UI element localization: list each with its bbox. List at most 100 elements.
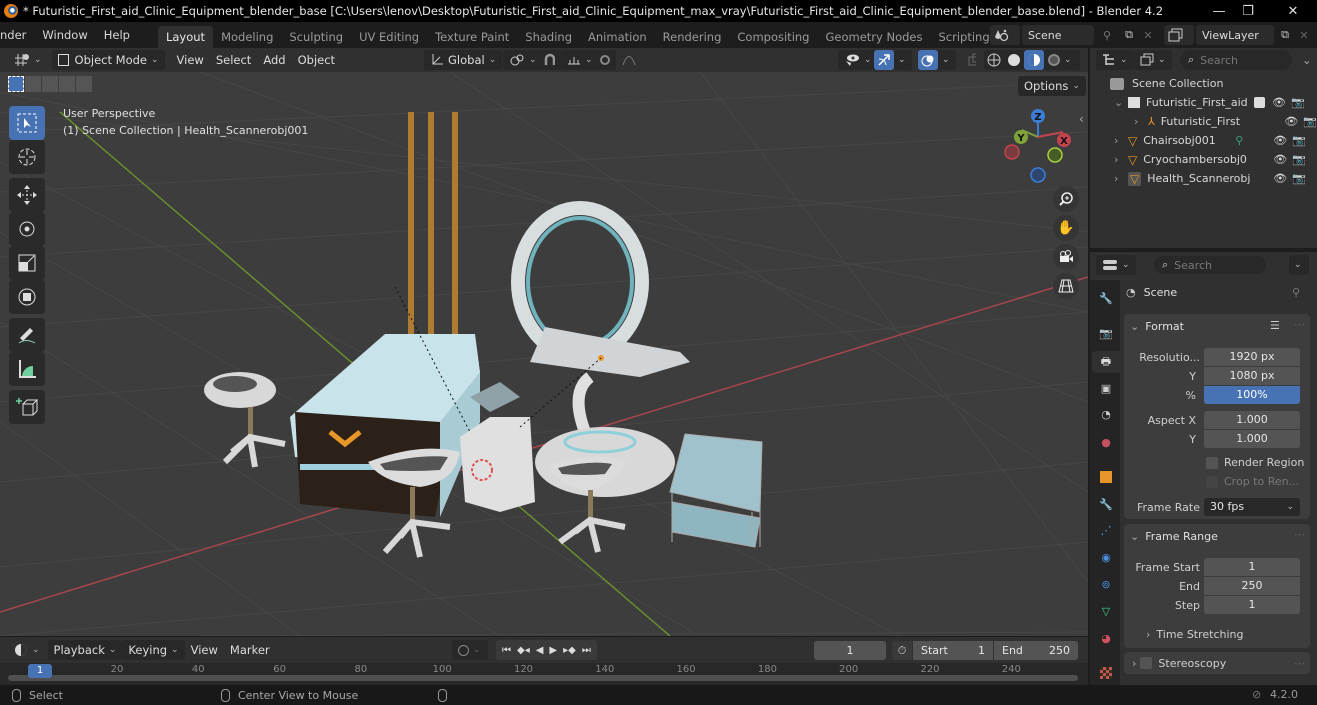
crop-checkbox[interactable]: Crop to Ren... xyxy=(1206,475,1299,488)
filter-dropdown[interactable]: ⌄ xyxy=(1296,50,1317,70)
preview-range-toggle[interactable]: ⏱ xyxy=(892,641,912,660)
tab-texture-paint[interactable]: Texture Paint xyxy=(427,26,517,48)
outliner-search-input[interactable]: ⌕ Search xyxy=(1180,50,1292,70)
expand-chevron-icon[interactable]: › xyxy=(1114,153,1128,166)
gizmo-neg-y-icon[interactable] xyxy=(1047,147,1063,163)
resolution-percent-slider[interactable]: 100% xyxy=(1204,386,1300,404)
navigation-gizmo[interactable]: Z Y X xyxy=(1000,107,1080,187)
timeline-scrollbar[interactable] xyxy=(8,675,1078,681)
tool-cursor[interactable] xyxy=(9,140,45,174)
tab-view-layer-icon[interactable]: ▣ xyxy=(1096,378,1116,398)
pan-view-button[interactable]: ✋ xyxy=(1053,215,1079,241)
display-mode-dropdown[interactable]: ⌄ xyxy=(1134,50,1172,70)
stereoscopy-checkbox[interactable] xyxy=(1140,657,1153,669)
frame-end-field[interactable]: 250 xyxy=(1204,577,1300,595)
frame-end-field[interactable]: End 250 xyxy=(994,641,1078,660)
tab-render-icon[interactable]: 📷 xyxy=(1096,323,1116,343)
frame-range-panel-header[interactable]: ⌄ Frame Range xyxy=(1130,530,1218,543)
expand-chevron-icon[interactable]: › xyxy=(1114,134,1128,147)
visibility-eye-icon[interactable]: 👁 xyxy=(1273,134,1287,147)
tab-constraints-icon[interactable]: ⊚ xyxy=(1096,574,1116,594)
options-dropdown[interactable]: Options ⌄ xyxy=(1018,76,1086,96)
overlays-toggle[interactable] xyxy=(918,50,938,70)
select-subtract-button[interactable] xyxy=(42,76,58,92)
gizmo-toggle[interactable] xyxy=(874,50,894,70)
shading-material-button[interactable] xyxy=(1024,50,1044,70)
tab-sculpting[interactable]: Sculpting xyxy=(281,26,351,48)
tab-modifiers-icon[interactable]: 🔧 xyxy=(1096,494,1116,514)
menu-add[interactable]: Add xyxy=(257,50,291,70)
visibility-dropdown[interactable]: ⌄ xyxy=(838,50,878,70)
gizmo-neg-z-icon[interactable] xyxy=(1030,167,1046,183)
aspect-y-field[interactable]: 1.000 xyxy=(1204,430,1300,448)
expand-chevron-icon[interactable]: › xyxy=(1134,115,1148,128)
visibility-eye-icon[interactable]: 👁 xyxy=(1272,96,1286,109)
tab-tool-icon[interactable]: 🔧 xyxy=(1096,288,1116,308)
close-button[interactable]: ✕ xyxy=(1273,0,1313,22)
aspect-x-field[interactable]: 1.000 xyxy=(1204,411,1300,429)
auto-keying-toggle[interactable]: ⌄ xyxy=(452,640,488,660)
3d-viewport[interactable]: User Perspective (1) Scene Collection | … xyxy=(0,72,1088,636)
scene-icon[interactable] xyxy=(990,25,1020,45)
timeline-editor-type-button[interactable]: ⌄ xyxy=(8,640,46,660)
falloff-dropdown[interactable] xyxy=(616,50,642,70)
pin-icon[interactable]: ⚲ xyxy=(1096,29,1118,42)
new-viewlayer-icon[interactable]: ⧉ xyxy=(1276,28,1294,42)
editor-type-button[interactable]: ⌄ xyxy=(8,50,48,70)
select-new-button[interactable] xyxy=(8,76,24,92)
tool-add-cube[interactable] xyxy=(9,390,45,424)
tab-object-icon[interactable] xyxy=(1096,467,1116,487)
tab-uv-editing[interactable]: UV Editing xyxy=(351,26,427,48)
object-mode-dropdown[interactable]: Object Mode ⌄ xyxy=(51,50,165,70)
tool-rotate[interactable] xyxy=(9,212,45,246)
tool-select-box[interactable] xyxy=(9,106,45,140)
timeline-ruler[interactable]: 20 40 60 80 100 120 140 160 180 200 220 240 1 xyxy=(0,663,1088,685)
timeline-marker-menu[interactable]: Marker xyxy=(224,640,276,660)
menu-help[interactable]: Help xyxy=(96,22,138,48)
tab-world-icon[interactable]: ● xyxy=(1096,432,1116,452)
crop-check[interactable] xyxy=(1206,475,1218,488)
select-extend-button[interactable] xyxy=(25,76,41,92)
delete-viewlayer-icon[interactable]: ✕ xyxy=(1296,29,1312,42)
playhead[interactable]: 1 xyxy=(28,664,52,678)
tab-data-icon[interactable]: ▽ xyxy=(1096,601,1116,621)
visibility-eye-icon[interactable]: 👁 xyxy=(1273,172,1287,185)
shading-dropdown[interactable]: ⌄ xyxy=(1060,50,1080,70)
properties-search-input[interactable]: ⌕ Search xyxy=(1154,256,1266,274)
resolution-x-field[interactable]: 1920 px xyxy=(1204,348,1300,366)
shading-wireframe-button[interactable] xyxy=(984,50,1004,70)
render-camera-icon[interactable]: 📷 xyxy=(1303,115,1317,128)
tab-scripting[interactable]: Scripting xyxy=(931,26,998,48)
tool-annotate[interactable] xyxy=(9,318,45,352)
menu-window[interactable]: Window xyxy=(34,22,95,48)
tool-transform[interactable] xyxy=(9,280,45,314)
visibility-eye-icon[interactable]: 👁 xyxy=(1273,153,1287,166)
tab-compositing[interactable]: Compositing xyxy=(729,26,817,48)
tool-scale[interactable] xyxy=(9,246,45,280)
timeline-view-menu[interactable]: View xyxy=(185,640,224,660)
presets-list-icon[interactable]: ☰ xyxy=(1270,319,1280,332)
delete-scene-icon[interactable]: ✕ xyxy=(1140,29,1156,42)
tab-material-icon[interactable]: ◕ xyxy=(1096,628,1116,648)
stereoscopy-panel[interactable]: › Stereoscopy ⋯ xyxy=(1124,652,1310,674)
render-camera-icon[interactable]: 📷 xyxy=(1292,172,1306,185)
keying-menu[interactable]: Keying ⌄ xyxy=(122,640,185,660)
zoom-view-button[interactable] xyxy=(1053,186,1079,212)
outliner-row[interactable]: › ⅄ Futuristic_First 👁 📷 xyxy=(1090,112,1317,131)
outliner-scene-collection[interactable]: Scene Collection xyxy=(1090,74,1317,93)
jump-end-icon[interactable]: ⏭ xyxy=(582,645,591,656)
render-region-check[interactable] xyxy=(1206,456,1218,469)
xray-toggle[interactable] xyxy=(962,50,982,70)
prev-keyframe-icon[interactable]: ◆◂ xyxy=(517,645,530,656)
time-stretching-subpanel[interactable]: › Time Stretching xyxy=(1146,628,1244,641)
play-reverse-icon[interactable]: ◀ xyxy=(536,645,544,656)
tool-move[interactable] xyxy=(9,178,45,212)
gizmo-neg-x-icon[interactable] xyxy=(1004,144,1020,160)
exclude-checkbox[interactable] xyxy=(1254,97,1265,108)
tab-geometry-nodes[interactable]: Geometry Nodes xyxy=(817,26,930,48)
transform-orientation-dropdown[interactable]: Global ⌄ xyxy=(424,50,503,70)
select-intersect-button[interactable] xyxy=(76,76,92,92)
viewlayer-name-field[interactable]: ViewLayer xyxy=(1196,25,1274,45)
shading-solid-button[interactable] xyxy=(1004,50,1024,70)
frame-start-field[interactable]: 1 xyxy=(1204,558,1300,576)
